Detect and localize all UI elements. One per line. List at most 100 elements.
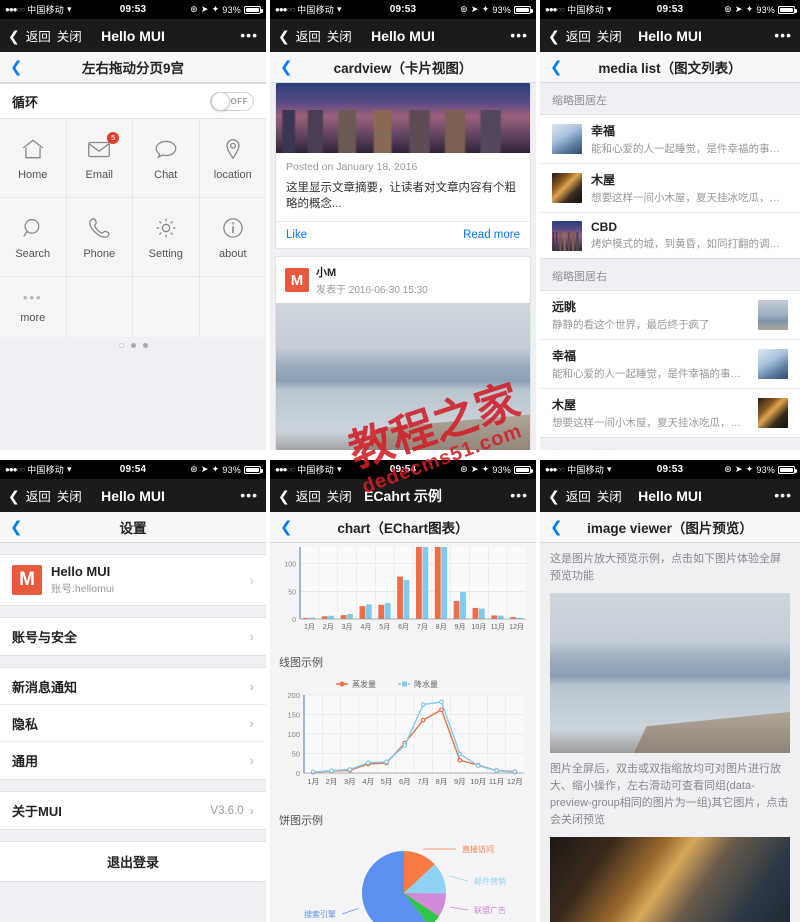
svg-text:50: 50	[288, 589, 296, 596]
card-post[interactable]: M 小M 发表于 2016-06-30 15:30 Like Comment R…	[275, 256, 531, 450]
list-item[interactable]: 木屋 想要这样一间小木屋，夏天挂冰吃瓜，冬天围炉取暖.	[540, 389, 800, 437]
grid9-cell-setting[interactable]: Setting	[133, 198, 200, 277]
grid9-cell-home[interactable]: Home	[0, 119, 67, 198]
more-icon[interactable]: •••	[240, 28, 258, 42]
status-bar: ●●●○○ 中国移动 ▾ 09:53 ⊛ ➤ ✦ 93%	[540, 460, 800, 479]
nav-back-label[interactable]: 返回	[26, 486, 51, 505]
bar-chart[interactable]: 0 50 100 1月 2月 3月 4月 5月 6月 7月 8月 9月 10月 11月 12月	[274, 543, 532, 643]
pie-chart-container[interactable]: 直接访问邮件营销联盟广告视频广告搜索引擎	[274, 831, 532, 922]
back-chevron-icon[interactable]: ❮	[8, 29, 20, 43]
nav-left-group[interactable]: ❮ 返回 关闭	[278, 26, 352, 45]
pager-dot[interactable]	[130, 343, 136, 348]
nav-close-label[interactable]: 关闭	[57, 26, 82, 45]
card-article[interactable]: Posted on January 18, 2016 这里显示文章摘要，让读者对…	[275, 83, 531, 250]
logout-button[interactable]: 退出登录	[0, 841, 266, 882]
pager-dots[interactable]	[0, 337, 266, 348]
more-icon[interactable]: •••	[240, 488, 258, 502]
panel-settings: ●●●○○ 中国移动 ▾ 09:54 ⊛ ➤ ✦ 93% ❮ 返回 关闭 Hel…	[0, 460, 266, 922]
list-item[interactable]: 木屋 想要这样一间小木屋，夏天挂冰吃瓜，冬天围炉取暖.	[540, 164, 800, 213]
back-chevron-icon[interactable]: ❮	[278, 489, 290, 503]
pager-dot[interactable]	[142, 343, 148, 348]
battery-percent: 93%	[492, 464, 512, 475]
loop-toggle[interactable]: OFF	[210, 91, 254, 111]
more-icon[interactable]: •••	[774, 488, 792, 502]
pie-chart[interactable]: 直接访问邮件营销联盟广告视频广告搜索引擎	[274, 831, 532, 922]
pager-dot-active[interactable]	[118, 343, 124, 348]
alarm-icon: ⊛	[190, 464, 198, 474]
battery-icon	[514, 465, 534, 474]
more-icon[interactable]: •••	[510, 28, 528, 42]
line-chart-container[interactable]: 蒸发量 降水量 0 50 100 150 200 1月 2月 3月 4月 5月 6月 7月 8月 9月 10月 1…	[274, 673, 532, 801]
grid9-cell-phone[interactable]: Phone	[66, 198, 133, 277]
nav-back-label[interactable]: 返回	[26, 26, 51, 45]
sub-back-icon[interactable]: ❮	[10, 58, 23, 76]
grid9-cell-email[interactable]: 5 Email	[66, 119, 133, 198]
nav-left-group[interactable]: ❮ 返回 关闭	[8, 486, 82, 505]
settings-row-privacy[interactable]: 隐私 ›	[0, 705, 266, 742]
loop-switch-row[interactable]: 循环 OFF	[0, 83, 266, 119]
back-chevron-icon[interactable]: ❮	[278, 29, 290, 43]
svg-text:12月: 12月	[509, 623, 524, 631]
settings-row-account-security[interactable]: 账号与安全 ›	[0, 618, 266, 655]
spacer	[0, 780, 266, 791]
line-chart[interactable]: 蒸发量 降水量0501001502001月 2月 3月 4月 5月 6月 7月 8月 9月 10月 1…	[274, 673, 532, 801]
grid9-cell-more[interactable]: ••• more	[0, 277, 67, 337]
nav-close-label[interactable]: 关闭	[327, 26, 352, 45]
preview-image-bottom[interactable]	[550, 837, 790, 922]
svg-text:4月: 4月	[362, 777, 374, 786]
settings-row-general[interactable]: 通用 ›	[0, 742, 266, 779]
nav-back-label[interactable]: 返回	[566, 26, 591, 45]
grid9-label: Search	[15, 247, 51, 260]
sub-back-icon[interactable]: ❮	[10, 518, 23, 536]
svg-text:0: 0	[292, 617, 296, 624]
list-item[interactable]: 幸福 能和心爱的人一起睡觉，是件幸福的事情；可是，...	[540, 115, 800, 164]
panel-charts: ●●●○○ 中国移动 ▾ 09:54 ⊛ ➤ ✦ 93% ❮ 返回 关闭 ECa…	[270, 460, 536, 922]
settings-row-notifications[interactable]: 新消息通知 ›	[0, 668, 266, 705]
like-button[interactable]: Like	[286, 229, 307, 241]
list-item[interactable]: 幸福 能和心爱的人一起睡觉，是件幸福的事情；可是，...	[540, 340, 800, 389]
bar-chart-container[interactable]: 0 50 100 1月 2月 3月 4月 5月 6月 7月 8月 9月 10月 11月 12月	[274, 543, 532, 643]
nav-left-group[interactable]: ❮ 返回 关闭	[8, 26, 82, 45]
card-image-city[interactable]	[276, 83, 530, 153]
sub-back-icon[interactable]: ❮	[280, 58, 293, 76]
sub-back-icon[interactable]: ❮	[550, 58, 563, 76]
back-chevron-icon[interactable]: ❮	[548, 489, 560, 503]
svg-text:10月: 10月	[472, 623, 487, 631]
grid9-cell-about[interactable]: about	[199, 198, 266, 277]
nav-left-group[interactable]: ❮ 返回 关闭	[548, 26, 622, 45]
more-icon[interactable]: •••	[510, 488, 528, 502]
card-image-lake[interactable]	[276, 303, 530, 450]
bluetooth-icon: ✦	[745, 4, 754, 14]
profile-row[interactable]: M Hello MUI 账号:hellomui ›	[0, 555, 266, 605]
list-item[interactable]: 远眺 静静的看这个世界，最后终于疯了	[540, 291, 800, 340]
preview-image-top[interactable]	[550, 593, 790, 754]
grid9-cell-chat[interactable]: Chat	[133, 119, 200, 198]
read-more-button[interactable]: Read more	[463, 229, 520, 241]
chevron-right-icon: ›	[249, 678, 254, 694]
sub-back-icon[interactable]: ❮	[280, 518, 293, 536]
sub-back-icon[interactable]: ❮	[550, 518, 563, 536]
nav-left-group[interactable]: ❮ 返回 关闭	[278, 486, 352, 505]
nav-back-label[interactable]: 返回	[296, 26, 321, 45]
nav-left-group[interactable]: ❮ 返回 关闭	[548, 486, 622, 505]
back-chevron-icon[interactable]: ❮	[548, 29, 560, 43]
back-chevron-icon[interactable]: ❮	[8, 489, 20, 503]
page-title: image viewer（图片预览）	[587, 521, 753, 536]
grid9-cell-location[interactable]: location	[199, 119, 266, 198]
profile-account: 账号:hellomui	[51, 583, 115, 595]
sub-header: ❮ image viewer（图片预览）	[540, 512, 800, 543]
nav-back-label[interactable]: 返回	[296, 486, 321, 505]
card-body: Posted on January 18, 2016 这里显示文章摘要，让读者对…	[276, 153, 530, 221]
nav-close-label[interactable]: 关闭	[57, 486, 82, 505]
more-icon[interactable]: •••	[774, 28, 792, 42]
settings-row-about[interactable]: 关于MUI V3.6.0 ›	[0, 792, 266, 829]
nav-back-label[interactable]: 返回	[566, 486, 591, 505]
nav-close-label[interactable]: 关闭	[597, 26, 622, 45]
alarm-icon: ⊛	[460, 464, 468, 474]
list-item[interactable]: CBD 烤炉模式的城，到黄昏，如同打翻的调色盘一般.	[540, 213, 800, 258]
svg-text:7月: 7月	[417, 623, 428, 631]
nav-close-label[interactable]: 关闭	[597, 486, 622, 505]
svg-text:6月: 6月	[399, 777, 411, 786]
nav-close-label[interactable]: 关闭	[327, 486, 352, 505]
grid9-cell-search[interactable]: Search	[0, 198, 67, 277]
